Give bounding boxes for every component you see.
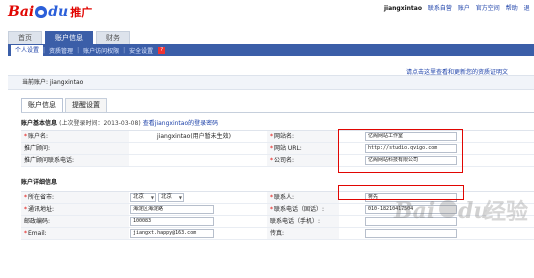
user-link-account[interactable]: 账户 bbox=[458, 5, 470, 12]
zip-label: 邮政编码: bbox=[21, 216, 129, 227]
email-label: *Email: bbox=[21, 228, 129, 239]
province-select[interactable]: 北京 ▼ bbox=[130, 193, 156, 202]
username: jiangxintao bbox=[384, 5, 422, 12]
detail-info-title: 账户详细信息 bbox=[21, 179, 58, 186]
fax-label: 传真: bbox=[267, 228, 339, 239]
main-tabs: 首页 账户信息 财务 bbox=[8, 31, 133, 44]
tab-reminder-settings[interactable]: 提醒设置 bbox=[65, 98, 107, 112]
user-link-space[interactable]: 官方空间 bbox=[476, 5, 500, 12]
help-icon[interactable]: ? bbox=[158, 46, 166, 54]
subnav-qualification[interactable]: 资质管理 bbox=[45, 46, 77, 55]
current-account-value: jiangxintao bbox=[49, 79, 84, 86]
divider bbox=[21, 112, 534, 113]
site-url-label: *网站 URL: bbox=[267, 143, 339, 154]
chevron-down-icon: ▼ bbox=[178, 195, 182, 200]
tab-account-info[interactable]: 账户信息 bbox=[45, 31, 93, 44]
account-name-label: *账户名: bbox=[21, 131, 129, 142]
tab-finance[interactable]: 财务 bbox=[96, 31, 130, 44]
logo-text-du: du bbox=[48, 4, 69, 20]
address-field[interactable]: 海淀区海淀路 bbox=[130, 205, 214, 214]
account-name-value: jiangxintao(用户暂未生效) bbox=[157, 133, 232, 140]
inner-tabs: 账户信息 提醒设置 bbox=[21, 98, 109, 112]
email-field[interactable]: jiangxt.happy@163.com bbox=[130, 229, 214, 238]
company-name-label: *公司名: bbox=[267, 155, 339, 166]
current-account-bar: 当前账户: jiangxintao bbox=[8, 75, 534, 90]
user-link-help[interactable]: 帮助 bbox=[506, 5, 518, 12]
subnav-personal-settings[interactable]: 个人设置 bbox=[11, 45, 44, 56]
zip-field[interactable]: 100083 bbox=[130, 217, 214, 226]
address-label: *通讯地址: bbox=[21, 204, 129, 215]
basic-info-title: 账户基本信息 (上次登录时间：2013-03-08) 查看jiangxintao… bbox=[21, 118, 218, 127]
location-label: *所在省市: bbox=[21, 192, 129, 203]
paw-icon bbox=[35, 6, 48, 18]
current-account-label: 当前账户: bbox=[22, 79, 49, 86]
user-links: jiangxintao 联系自营 账户 官方空间 帮助 退 bbox=[384, 3, 530, 12]
tab-account-info-inner[interactable]: 账户信息 bbox=[21, 98, 63, 112]
contact-label: *联系人: bbox=[267, 192, 339, 203]
user-link-contact[interactable]: 联系自营 bbox=[428, 5, 452, 12]
last-login-time: (上次登录时间：2013-03-08) bbox=[59, 120, 141, 127]
section-heading: 账户基本信息 bbox=[21, 120, 58, 127]
subnav-security[interactable]: 安全设置 bbox=[125, 46, 157, 55]
advisor-phone-label: 推广顾问联系电话: bbox=[21, 155, 129, 166]
chevron-down-icon: ▼ bbox=[150, 195, 154, 200]
logo-product-name: 推广 bbox=[70, 6, 93, 19]
top-bar: Bai du 推广 jiangxintao 联系自营 账户 官方空间 帮助 退 bbox=[0, 0, 534, 26]
watermark-text: Bai bbox=[394, 198, 436, 224]
tab-home[interactable]: 首页 bbox=[8, 31, 42, 44]
site-name-label: *网站名: bbox=[267, 131, 339, 142]
logo-text-bai: Bai bbox=[8, 4, 35, 20]
paw-icon bbox=[439, 200, 457, 218]
user-link-logout[interactable]: 退 bbox=[524, 5, 530, 12]
watermark-text: 经验 bbox=[484, 200, 529, 225]
highlight-box bbox=[338, 129, 463, 173]
baidu-jingyan-watermark: Bai du 经验 bbox=[392, 184, 534, 232]
landline-label: *联系电话（固话）: bbox=[267, 204, 339, 215]
city-select[interactable]: 北京 ▼ bbox=[158, 193, 184, 202]
login-records-link[interactable]: 查看jiangxintao的登录密码 bbox=[143, 120, 218, 127]
mobile-label: 联系电话（手机）: bbox=[267, 216, 339, 227]
sub-nav: 个人设置 | 资质管理 | 账户访问权限 | 安全设置 ? bbox=[8, 44, 534, 56]
subnav-access[interactable]: 账户访问权限 bbox=[79, 46, 123, 55]
advisor-label: 推广顾问: bbox=[21, 143, 129, 154]
baidu-tuiguang-logo[interactable]: Bai du 推广 bbox=[8, 2, 92, 22]
